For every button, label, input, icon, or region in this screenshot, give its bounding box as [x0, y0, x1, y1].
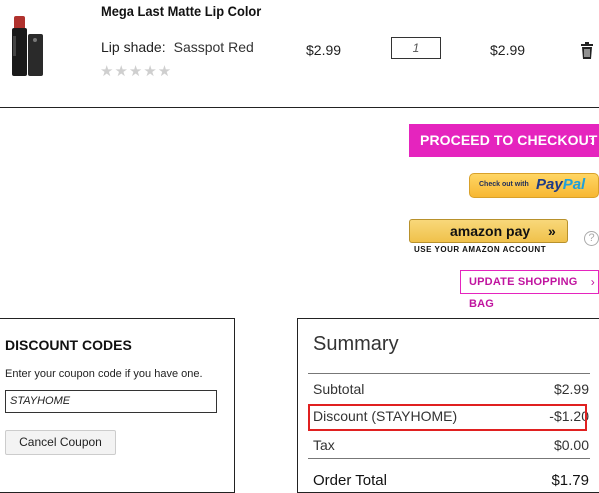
summary-value: $2.99: [553, 381, 589, 397]
line-total: $2.99: [490, 42, 526, 58]
discount-instructions: Enter your coupon code if you have one.: [5, 368, 203, 380]
summary-value: $0.00: [553, 437, 589, 453]
summary-label: Order Total: [313, 472, 387, 489]
summary-divider: [308, 373, 590, 374]
summary-label: Tax: [313, 437, 335, 453]
cancel-coupon-button[interactable]: Cancel Coupon: [5, 430, 116, 455]
double-chevron-icon: »: [548, 223, 556, 239]
order-summary-panel: Summary Subtotal $2.99 Discount (STAYHOM…: [297, 318, 599, 493]
amazon-pay-label: amazon pay: [450, 223, 531, 239]
summary-row-order-total: Order Total $1.79: [313, 472, 589, 489]
discount-highlight-box: [308, 404, 587, 431]
discount-codes-panel: DISCOUNT CODES Enter your coupon code if…: [0, 318, 235, 493]
checkout-label: PROCEED TO CHECKOUT: [420, 132, 598, 148]
summary-divider: [308, 458, 590, 459]
shade-label: Lip shade:: [101, 39, 166, 55]
product-name[interactable]: Mega Last Matte Lip Color: [101, 3, 261, 19]
chevron-right-icon: ›: [590, 275, 595, 289]
product-shade: Lip shade: Sasspot Red: [101, 39, 254, 55]
shade-value: Sasspot Red: [173, 39, 254, 55]
unit-price: $2.99: [306, 42, 342, 58]
trash-icon[interactable]: [580, 42, 594, 60]
summary-label: Subtotal: [313, 381, 365, 397]
chevron-right-icon: ›: [589, 132, 595, 149]
proceed-to-checkout-button[interactable]: PROCEED TO CHECKOUT ›: [409, 124, 599, 157]
update-label: UPDATE SHOPPING BAG: [469, 276, 578, 310]
discount-title: DISCOUNT CODES: [5, 337, 132, 353]
summary-row-tax: Tax $0.00: [313, 437, 589, 453]
help-icon[interactable]: ?: [584, 231, 599, 246]
rating-stars: ★★★★★: [100, 63, 173, 80]
summary-title: Summary: [313, 333, 399, 355]
paypal-checkout-button[interactable]: Check out with PayPal: [469, 173, 599, 198]
amazon-pay-subtext: USE YOUR AMAZON ACCOUNT: [414, 245, 547, 254]
lipstick-product-image[interactable]: [6, 14, 46, 78]
quantity-input[interactable]: 1: [391, 37, 441, 59]
summary-value: $1.79: [551, 472, 589, 489]
update-shopping-bag-button[interactable]: UPDATE SHOPPING BAG ›: [460, 270, 599, 310]
paypal-small-text: Check out with: [479, 181, 529, 188]
section-divider: [0, 107, 599, 108]
coupon-code-input[interactable]: STAYHOME: [5, 390, 217, 413]
summary-row-subtotal: Subtotal $2.99: [313, 381, 589, 397]
paypal-logo: PayPal: [536, 176, 586, 193]
amazon-pay-button[interactable]: amazon pay »: [409, 219, 568, 243]
